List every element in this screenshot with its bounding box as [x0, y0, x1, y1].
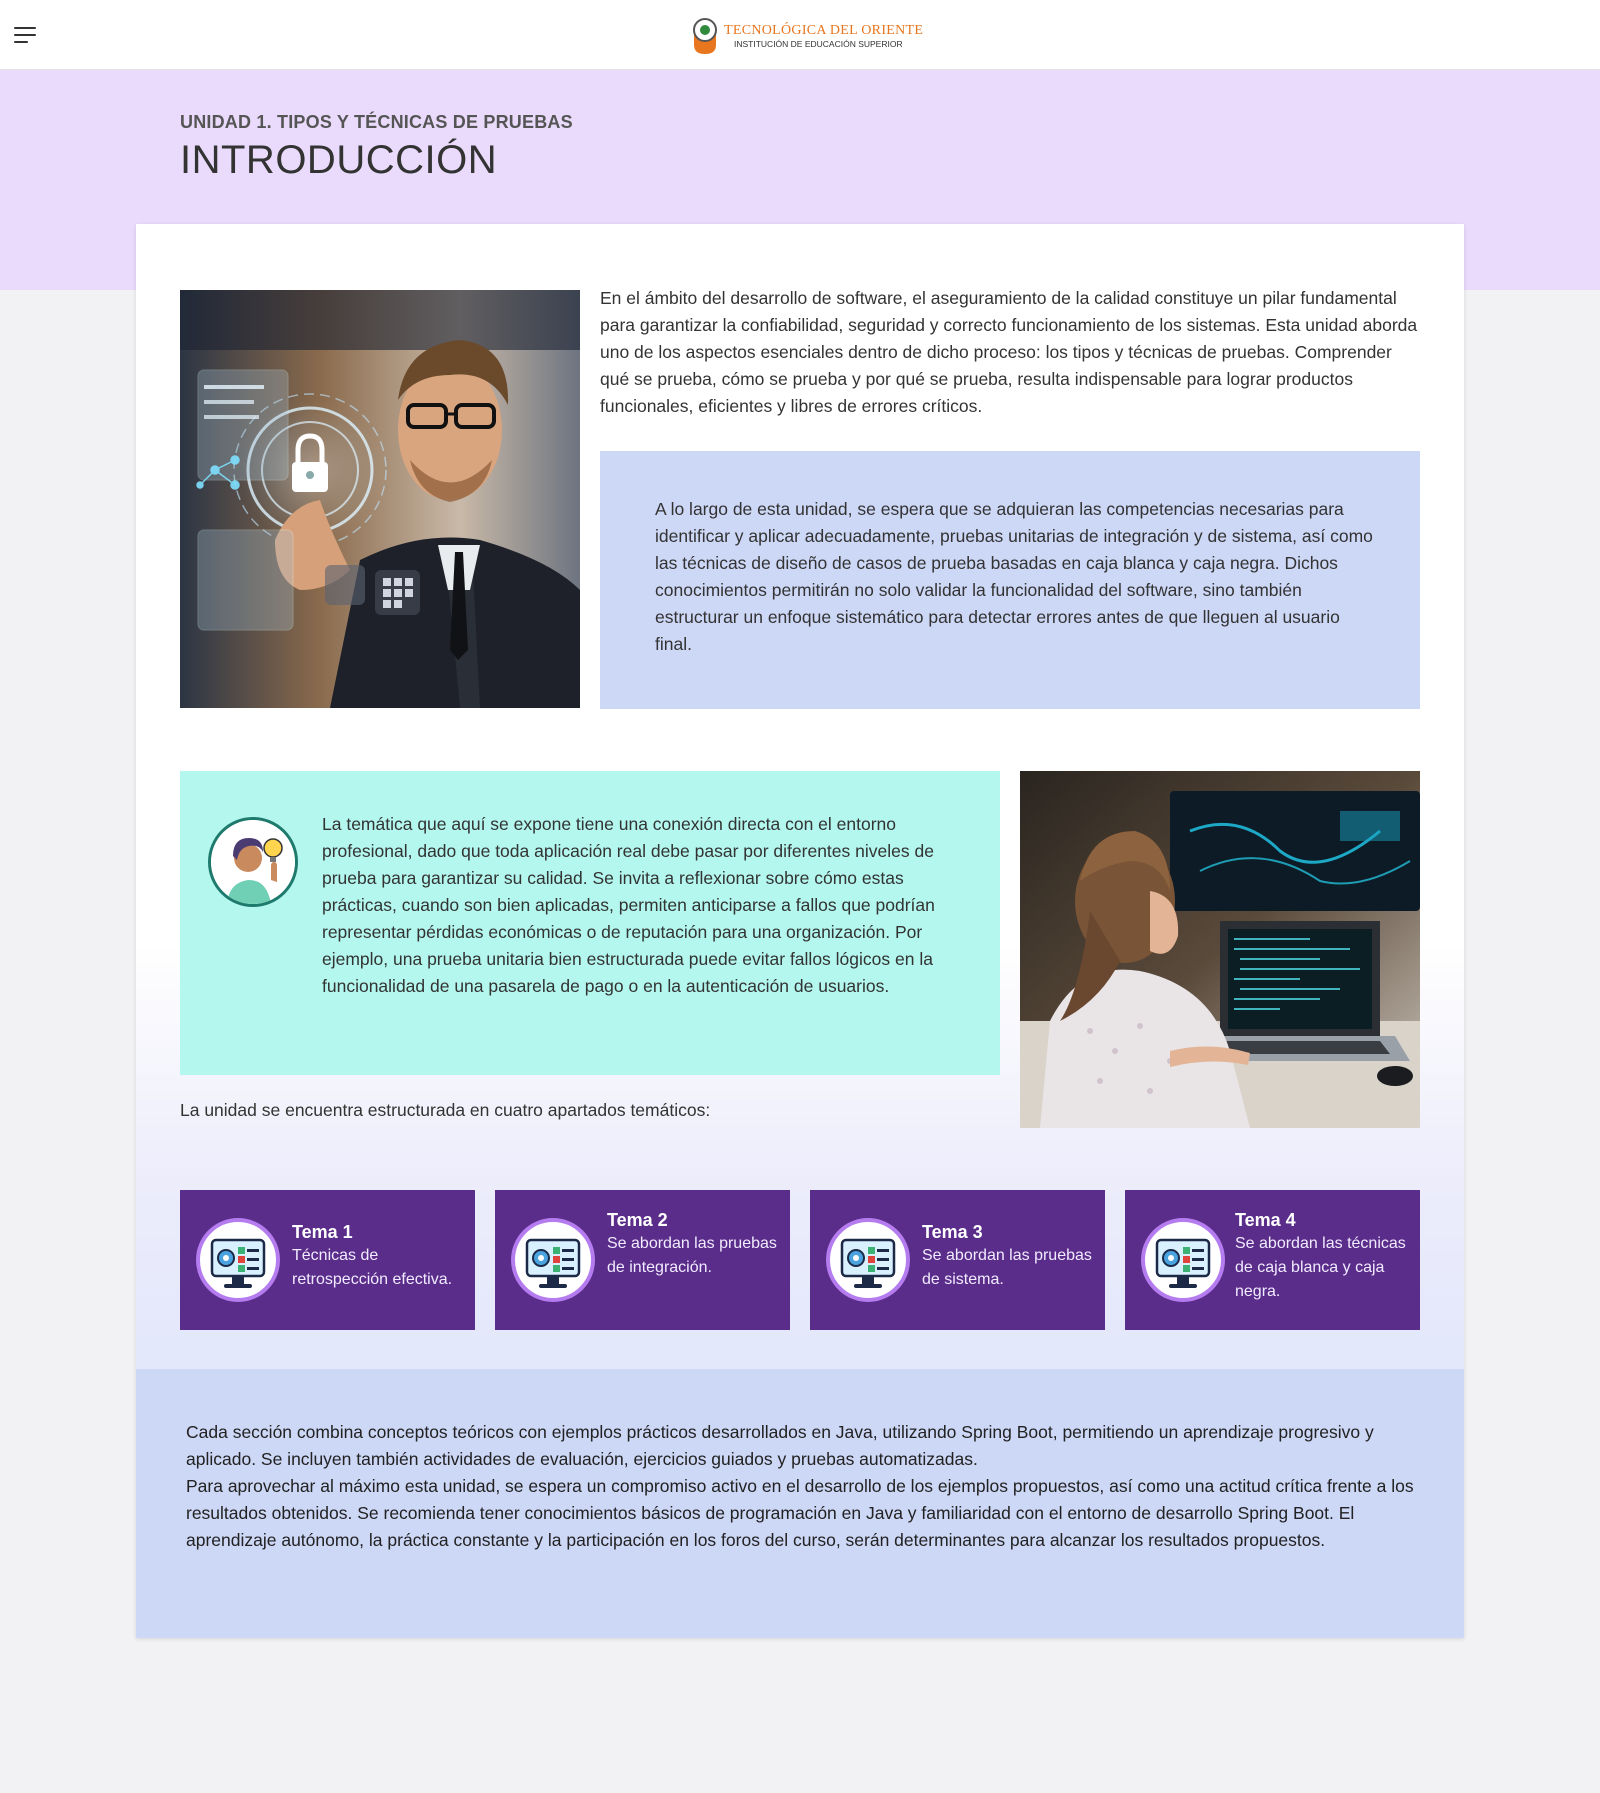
security-hologram-image	[180, 290, 580, 708]
logo-subtitle: INSTITUCIÓN DE EDUCACIÓN SUPERIOR	[734, 39, 903, 49]
logo-mark-icon	[693, 18, 717, 54]
unit-label: UNIDAD 1. TIPOS Y TÉCNICAS DE PRUEBAS	[180, 112, 573, 132]
reflection-text: La temática que aquí se expone tiene una…	[322, 814, 935, 996]
tema-card-3[interactable]: Tema 3 Se abordan las pruebas de sistema…	[810, 1190, 1105, 1330]
tema-description: Se abordan las técnicas de caja blanca y…	[1235, 1235, 1406, 1300]
institution-logo[interactable]: TECNOLÓGICA DEL ORIENTE INSTITUCIÓN DE E…	[692, 16, 923, 56]
tema-card-4[interactable]: Tema 4 Se abordan las técnicas de caja b…	[1125, 1190, 1420, 1330]
hamburger-menu-icon[interactable]	[14, 27, 36, 43]
tema-title: Tema 2	[607, 1210, 668, 1230]
page-title: INTRODUCCIÓN	[180, 138, 498, 182]
objectives-text: A lo largo de esta unidad, se espera que…	[655, 499, 1373, 654]
tema-card-1[interactable]: Tema 1 Técnicas de retrospección efectiv…	[180, 1190, 475, 1330]
software-testing-monitor-icon	[196, 1218, 280, 1302]
tema-description: Técnicas de retrospección efectiva.	[292, 1247, 453, 1288]
reflection-box: La temática que aquí se expone tiene una…	[180, 771, 1000, 1075]
logo-name: TECNOLÓGICA DEL ORIENTE	[724, 23, 924, 38]
idea-person-icon	[208, 817, 298, 907]
tema-description: Se abordan las pruebas de integración.	[607, 1235, 777, 1276]
closing-text: Cada sección combina conceptos teóricos …	[186, 1419, 1431, 1554]
closing-paragraph-2: Para aprovechar al máximo esta unidad, s…	[186, 1476, 1414, 1550]
tema-description: Se abordan las pruebas de sistema.	[922, 1247, 1092, 1288]
tema-title: Tema 3	[922, 1222, 983, 1242]
tema-title: Tema 4	[1235, 1210, 1296, 1230]
structure-text: La unidad se encuentra estructurada en c…	[180, 1100, 711, 1120]
closing-box: Cada sección combina conceptos teóricos …	[136, 1369, 1464, 1638]
objectives-box: A lo largo de esta unidad, se espera que…	[600, 451, 1420, 709]
intro-paragraph: En el ámbito del desarrollo de software,…	[600, 288, 1418, 416]
software-testing-monitor-icon	[826, 1218, 910, 1302]
tema-title: Tema 1	[292, 1222, 353, 1242]
software-testing-monitor-icon	[1141, 1218, 1225, 1302]
top-bar: TECNOLÓGICA DEL ORIENTE INSTITUCIÓN DE E…	[0, 0, 1600, 70]
tema-card-2[interactable]: Tema 2 Se abordan las pruebas de integra…	[495, 1190, 790, 1330]
software-testing-monitor-icon	[511, 1218, 595, 1302]
closing-paragraph-1: Cada sección combina conceptos teóricos …	[186, 1422, 1374, 1469]
developer-laptop-image	[1020, 771, 1420, 1128]
